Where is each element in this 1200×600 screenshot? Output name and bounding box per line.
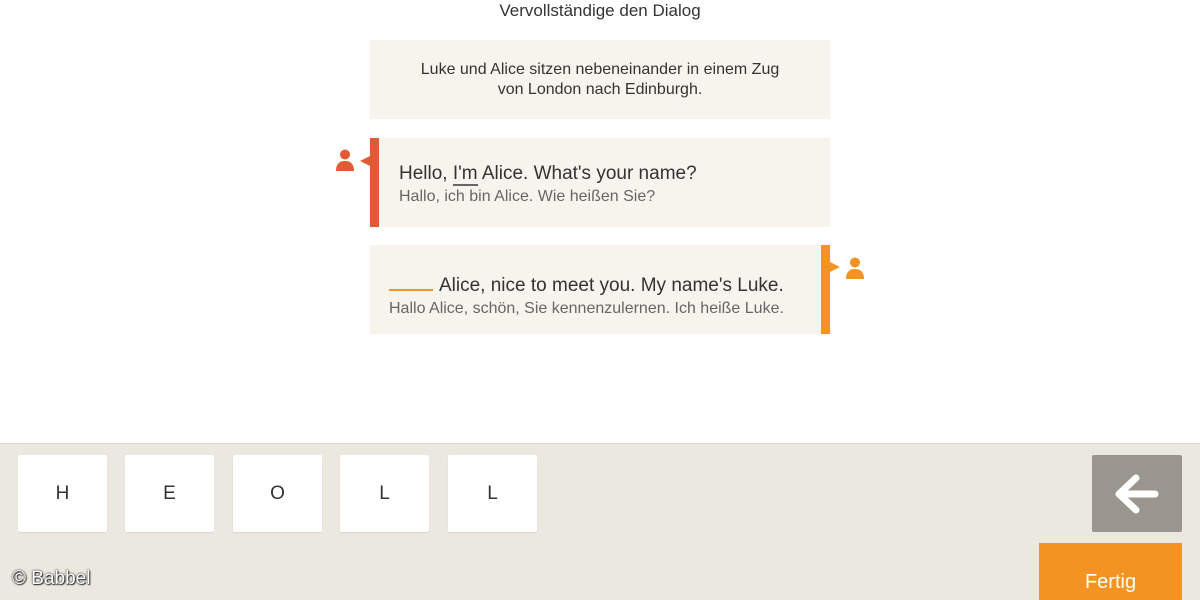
letter-key[interactable]: L: [448, 455, 537, 532]
done-button[interactable]: Fertig: [1039, 543, 1182, 600]
dialog-bubble-alice: Hello, I'm Alice. What's your name? Hall…: [370, 138, 830, 227]
letter-key[interactable]: L: [340, 455, 429, 532]
letter-key[interactable]: H: [18, 455, 107, 532]
letter-keyboard: H E O L L Fertig: [0, 443, 1200, 600]
bubble-tail: [830, 262, 840, 272]
german-translation: Hallo, ich bin Alice. Wie heißen Sie?: [399, 188, 656, 205]
english-text-after: Alice. What's your name?: [477, 163, 697, 184]
person-icon: [336, 149, 354, 171]
arrow-left-icon: [1115, 474, 1159, 513]
english-text-after-gap: Alice, nice to meet you. My name's Luke.: [439, 275, 784, 296]
letter-key[interactable]: E: [125, 455, 214, 532]
backspace-button[interactable]: [1092, 455, 1182, 532]
person-icon: [846, 257, 864, 279]
dialog-bubble-luke: Alice, nice to meet you. My name's Luke.…: [370, 245, 830, 334]
german-translation: Hallo Alice, schön, Sie kennenzulernen. …: [389, 300, 784, 317]
bubble-tail: [360, 156, 370, 166]
exercise-screen: Vervollständige den Dialog Luke und Alic…: [0, 0, 1200, 600]
answer-gap[interactable]: [389, 269, 433, 291]
english-line: Hello, I'm Alice. What's your name?: [399, 162, 810, 186]
english-line: Alice, nice to meet you. My name's Luke.: [389, 269, 801, 298]
hint-word[interactable]: I'm: [452, 163, 478, 186]
context-text: Luke und Alice sitzen nebeneinander in e…: [420, 60, 780, 98]
context-box: Luke und Alice sitzen nebeneinander in e…: [370, 40, 830, 119]
english-text-before: Hello,: [399, 163, 453, 184]
letter-key[interactable]: O: [233, 455, 322, 532]
watermark: © Babbel: [12, 568, 91, 589]
instruction-text: Vervollständige den Dialog: [499, 1, 701, 20]
